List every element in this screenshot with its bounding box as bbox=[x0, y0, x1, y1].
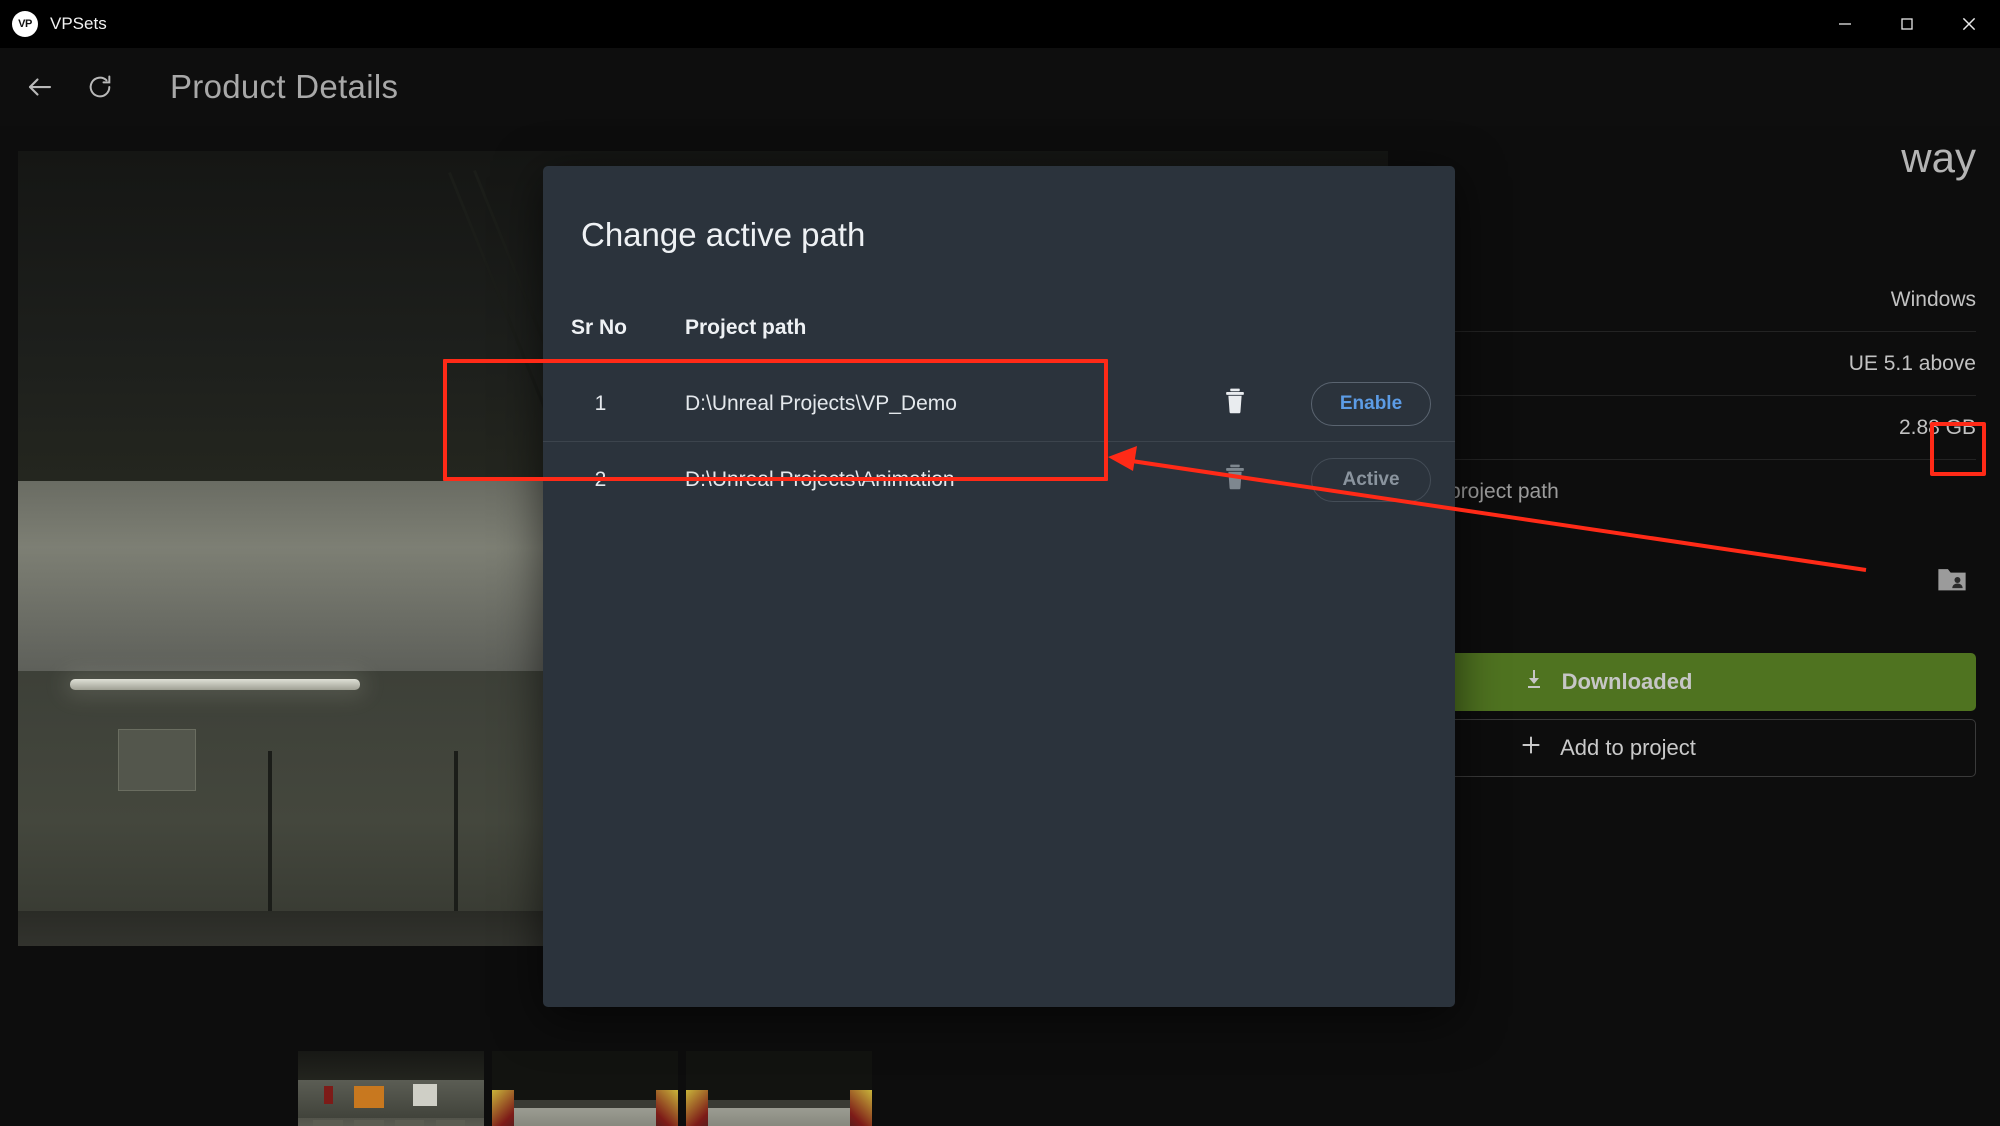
thumb-sign bbox=[413, 1084, 438, 1106]
back-button[interactable] bbox=[14, 61, 66, 113]
cell-project-path: D:\Unreal Projects\Animation bbox=[685, 468, 955, 491]
thumb-lane bbox=[435, 1119, 466, 1126]
app-name-label: VPSets bbox=[50, 14, 107, 33]
delete-path-button[interactable] bbox=[1175, 388, 1295, 420]
close-icon[interactable] bbox=[1938, 0, 2000, 48]
detail-row-size: size 2.88 GB bbox=[1400, 396, 1976, 460]
product-detail-panel: way Windows n UE 5.1 above size 2.88 GB … bbox=[1238, 126, 2000, 1126]
dialog-title: Change active path bbox=[581, 216, 866, 253]
thumb-lane bbox=[394, 1119, 425, 1126]
window-controls bbox=[1814, 0, 2000, 48]
change-active-path-dialog: Change active path Sr No Project path 1 … bbox=[543, 166, 1455, 1007]
row-action-cell: Active bbox=[1295, 458, 1455, 502]
change-active-path-button[interactable] bbox=[1928, 556, 1976, 604]
active-button: Active bbox=[1311, 458, 1431, 502]
product-title: way bbox=[1901, 134, 1976, 181]
thumb-gutter bbox=[655, 1090, 678, 1126]
table-row[interactable]: 2 D:\Unreal Projects\Animation Active bbox=[543, 442, 1455, 518]
refresh-button[interactable] bbox=[74, 61, 126, 113]
app-logo-icon: VP bbox=[12, 11, 38, 37]
detail-row-platform: Windows bbox=[1400, 268, 1976, 332]
minimize-icon[interactable] bbox=[1814, 0, 1876, 48]
thumb-gutter bbox=[686, 1090, 709, 1126]
table-header: Sr No Project path bbox=[543, 306, 1455, 362]
thumb-gutter bbox=[849, 1090, 872, 1126]
active-button-label: Active bbox=[1342, 469, 1400, 490]
cell-sr-no: 1 bbox=[594, 391, 607, 415]
downloaded-button-label: Downloaded bbox=[1561, 669, 1693, 694]
trash-icon bbox=[1224, 464, 1246, 496]
strip-light-icon bbox=[70, 679, 360, 690]
thumb-ceiling bbox=[492, 1051, 678, 1100]
detail-row-engine: n UE 5.1 above bbox=[1400, 332, 1976, 396]
thumb-floor bbox=[492, 1107, 678, 1126]
enable-button[interactable]: Enable bbox=[1311, 381, 1431, 426]
folder-button-highlight bbox=[1930, 422, 1986, 476]
thumb-lane bbox=[312, 1119, 343, 1126]
project-path-table: 1 D:\Unreal Projects\VP_Demo Enable 2 D:… bbox=[543, 366, 1455, 518]
wall-panel bbox=[118, 729, 196, 791]
add-to-project-button-label: Add to project bbox=[1560, 735, 1696, 760]
thumb-lane bbox=[353, 1119, 384, 1126]
maximize-icon[interactable] bbox=[1876, 0, 1938, 48]
folder-user-icon bbox=[1928, 556, 1976, 604]
thumb-ceiling bbox=[298, 1051, 484, 1081]
thumbnail-item[interactable] bbox=[492, 1051, 678, 1126]
thumb-fire-box bbox=[324, 1086, 334, 1104]
thumb-floor bbox=[686, 1107, 872, 1126]
detail-value-platform: Windows bbox=[1890, 287, 1976, 311]
application-window: VP VPSets Product Details way Windows UE… bbox=[0, 0, 2000, 1126]
thumb-ceiling bbox=[686, 1051, 872, 1100]
plus-icon bbox=[1518, 732, 1544, 764]
cell-project-path: D:\Unreal Projects\VP_Demo bbox=[685, 391, 957, 415]
app-logo-text: VP bbox=[18, 18, 32, 30]
column-header-sr-no: Sr No bbox=[571, 316, 628, 339]
thumbnail-item[interactable] bbox=[298, 1051, 484, 1126]
thumbnail-item[interactable] bbox=[686, 1051, 872, 1126]
title-bar: VP VPSets bbox=[0, 0, 2000, 48]
column-header-project-path: Project path bbox=[685, 316, 807, 339]
detail-row-active-project-path: ctive project path bbox=[1400, 460, 1976, 524]
table-row[interactable]: 1 D:\Unreal Projects\VP_Demo Enable bbox=[543, 366, 1455, 442]
trash-icon bbox=[1224, 388, 1246, 420]
page-header: Product Details bbox=[0, 48, 2000, 126]
thumb-gutter bbox=[492, 1090, 515, 1126]
thumb-poster bbox=[353, 1086, 384, 1108]
enable-button-label: Enable bbox=[1339, 392, 1403, 414]
download-icon bbox=[1522, 667, 1546, 697]
delete-path-button[interactable] bbox=[1175, 464, 1295, 496]
page-title: Product Details bbox=[170, 68, 399, 105]
row-action-cell: Enable bbox=[1295, 381, 1455, 426]
detail-value-engine: UE 5.1 above bbox=[1848, 351, 1976, 375]
gallery-thumbnails bbox=[298, 1051, 872, 1126]
cell-sr-no: 2 bbox=[594, 468, 607, 491]
